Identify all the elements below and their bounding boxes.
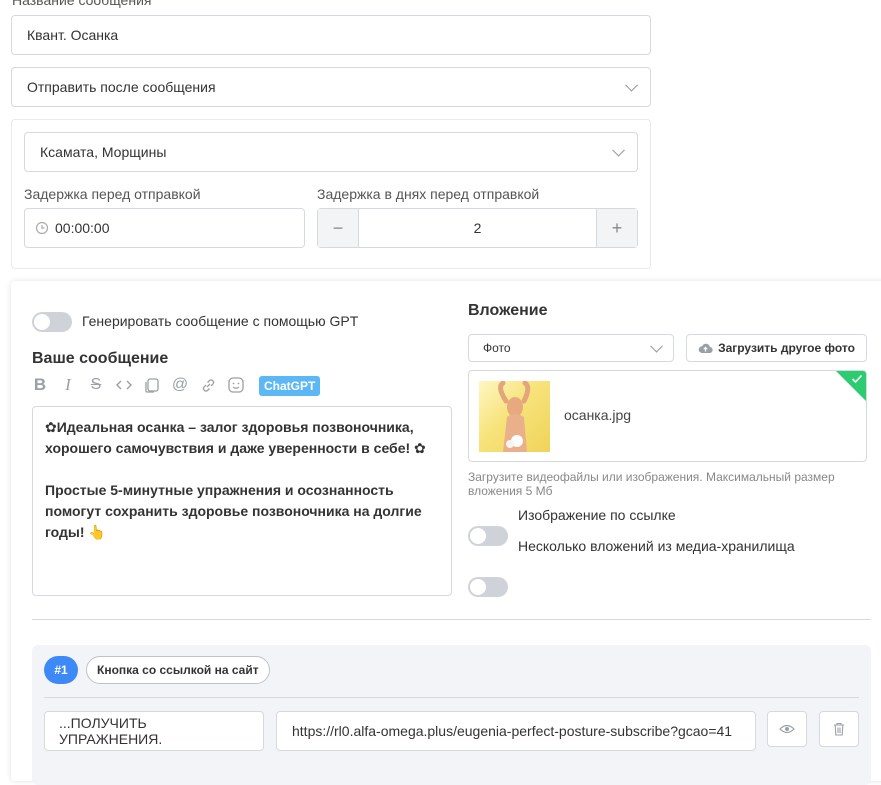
bold-icon[interactable]: B bbox=[30, 375, 50, 395]
button-text-input[interactable]: ...ПОЛУЧИТЬ УПРАЖНЕНИЯ. bbox=[44, 711, 264, 751]
clock-icon bbox=[35, 221, 49, 235]
message-name-label: Название сообщения bbox=[12, 0, 152, 8]
multiple-attachments-label: Несколько вложений из медиа-хранилища bbox=[518, 538, 795, 554]
italic-icon[interactable]: I bbox=[58, 375, 78, 395]
message-paragraph-2: Простые 5-минутные упражнения и осознанн… bbox=[45, 482, 422, 540]
trigger-select[interactable]: Ксамата, Морщины bbox=[24, 132, 638, 172]
chevron-down-icon bbox=[612, 143, 625, 157]
increment-button[interactable]: + bbox=[596, 209, 637, 247]
gpt-toggle[interactable] bbox=[32, 312, 72, 332]
delay-time-input[interactable]: 00:00:00 bbox=[24, 208, 305, 248]
check-icon bbox=[851, 374, 863, 384]
code-icon[interactable] bbox=[114, 375, 134, 395]
mention-icon[interactable]: @ bbox=[170, 375, 190, 395]
chevron-down-icon bbox=[625, 78, 638, 92]
delete-button[interactable] bbox=[819, 711, 859, 747]
preview-button[interactable] bbox=[767, 711, 807, 747]
trash-icon bbox=[834, 722, 844, 736]
cloud-upload-icon bbox=[698, 343, 713, 354]
button-url-input[interactable]: https://rl0.alfa-omega.plus/eugenia-perf… bbox=[276, 711, 756, 751]
attachment-thumbnail bbox=[479, 381, 550, 452]
message-name-value: Квант. Осанка bbox=[27, 27, 119, 43]
gpt-toggle-label: Генерировать сообщение с помощью GPT bbox=[82, 313, 359, 329]
upload-photo-button[interactable]: Загрузить другое фото bbox=[686, 334, 867, 362]
delay-days-stepper[interactable]: − 2 + bbox=[317, 208, 638, 248]
button-block: #1 Кнопка со ссылкой на сайт ...ПОЛУЧИТЬ… bbox=[32, 645, 871, 785]
emoji-icon[interactable] bbox=[226, 375, 246, 395]
message-textarea[interactable]: ✿Идеальная осанка – залог здоровья позво… bbox=[32, 406, 452, 596]
section-divider bbox=[32, 619, 871, 620]
decrement-button[interactable]: − bbox=[318, 209, 359, 247]
button-text-value: ...ПОЛУЧИТЬ УПРАЖНЕНИЯ. bbox=[59, 715, 163, 747]
editor-toolbar: B I S @ ChatGPT bbox=[30, 375, 330, 397]
attachment-file-card[interactable]: осанка.jpg bbox=[468, 370, 867, 462]
image-by-link-toggle[interactable] bbox=[468, 526, 508, 546]
attachment-file-name: осанка.jpg bbox=[564, 407, 632, 423]
trigger-select-value: Ксамата, Морщины bbox=[40, 144, 167, 160]
chatgpt-button[interactable]: ChatGPT bbox=[259, 376, 321, 396]
button-type-chip[interactable]: Кнопка со ссылкой на сайт bbox=[86, 656, 270, 684]
attachment-title: Вложение bbox=[468, 302, 548, 319]
delay-label: Задержка перед отправкой bbox=[24, 186, 201, 202]
message-name-input[interactable]: Квант. Осанка bbox=[11, 15, 651, 55]
your-message-title: Ваше сообщение bbox=[32, 350, 169, 367]
upload-photo-label: Загрузить другое фото bbox=[718, 341, 855, 355]
eye-icon bbox=[779, 724, 795, 734]
delay-days-label: Задержка в днях перед отправкой bbox=[317, 186, 540, 202]
send-after-select-value: Отправить после сообщения bbox=[27, 79, 216, 95]
button-number-badge: #1 bbox=[44, 656, 78, 684]
delay-time-value: 00:00:00 bbox=[55, 220, 110, 236]
multiple-attachments-toggle[interactable] bbox=[468, 577, 508, 597]
send-after-select[interactable]: Отправить после сообщения bbox=[11, 67, 651, 107]
strikethrough-icon[interactable]: S bbox=[86, 375, 106, 395]
message-card: Генерировать сообщение с помощью GPT Ваш… bbox=[11, 281, 881, 785]
link-icon[interactable] bbox=[198, 375, 218, 395]
message-paragraph-1: ✿Идеальная осанка – залог здоровья позво… bbox=[45, 419, 426, 456]
trigger-panel: Ксамата, Морщины Задержка перед отправко… bbox=[11, 119, 651, 269]
attachment-hint: Загрузите видеофайлы или изображения. Ма… bbox=[468, 470, 835, 498]
button-block-divider bbox=[44, 697, 859, 698]
attachment-type-select[interactable]: Фото bbox=[468, 334, 674, 362]
copy-icon[interactable] bbox=[142, 375, 162, 395]
button-url-value: https://rl0.alfa-omega.plus/eugenia-perf… bbox=[292, 723, 733, 739]
attachment-type-value: Фото bbox=[483, 341, 511, 355]
image-by-link-label: Изображение по ссылке bbox=[518, 507, 676, 523]
delay-days-value[interactable]: 2 bbox=[359, 209, 596, 247]
chevron-down-icon bbox=[650, 339, 663, 353]
